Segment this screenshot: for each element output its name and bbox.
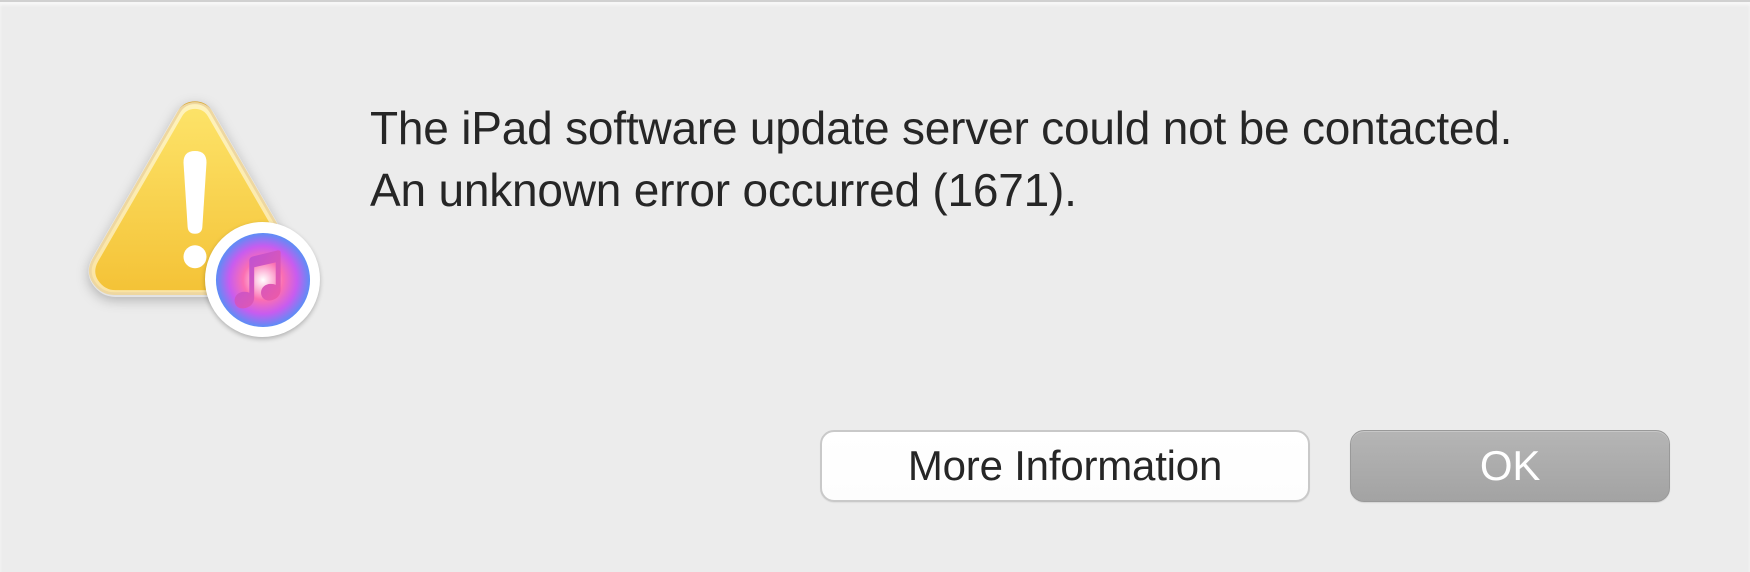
itunes-badge-icon (205, 222, 320, 337)
dialog-icon (80, 92, 310, 322)
ok-button[interactable]: OK (1350, 430, 1670, 502)
music-note-icon (214, 231, 312, 329)
message-line-1: The iPad software update server could no… (370, 97, 1670, 159)
dialog-message: The iPad software update server could no… (370, 72, 1670, 221)
message-line-2: An unknown error occurred (1671). (370, 159, 1670, 221)
more-information-button[interactable]: More Information (820, 430, 1310, 502)
dialog-content: The iPad software update server could no… (80, 72, 1670, 430)
alert-dialog: The iPad software update server could no… (0, 0, 1750, 572)
dialog-buttons: More Information OK (80, 430, 1670, 512)
